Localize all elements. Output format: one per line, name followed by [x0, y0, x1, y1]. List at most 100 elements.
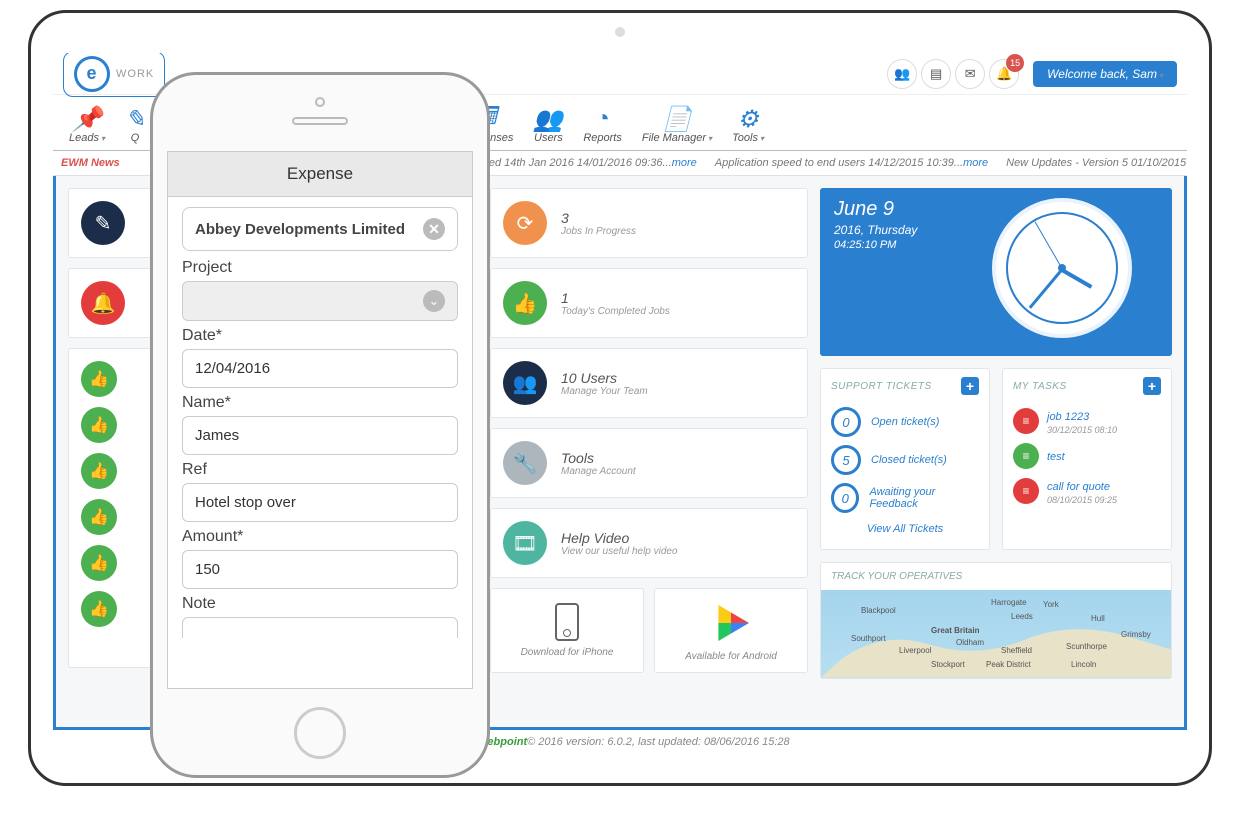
- play-store-icon: [713, 605, 749, 641]
- logo-text: WORK: [116, 68, 154, 80]
- note-input[interactable]: [182, 617, 458, 638]
- clear-icon[interactable]: ✕: [423, 218, 445, 240]
- phone-screen: Expense Abbey Developments Limited ✕ Pro…: [167, 151, 473, 689]
- thumb-icon: 👍: [503, 281, 547, 325]
- ticket-row[interactable]: 0 Awaiting your Feedback: [831, 479, 979, 517]
- users-icon: 👥: [503, 361, 547, 405]
- map[interactable]: Blackpool Harrogate York Leeds Hull Grea…: [821, 590, 1171, 678]
- news-item: Application speed to end users 14/12/201…: [715, 157, 988, 169]
- nav-file-manager-label: File Manager: [642, 132, 706, 144]
- ticket-label: Awaiting your Feedback: [869, 486, 979, 510]
- bell-icon: 🔔: [81, 281, 125, 325]
- mail-icon[interactable]: ✉: [955, 59, 985, 89]
- phone-speaker: [292, 117, 348, 125]
- name-label: Name*: [182, 394, 458, 412]
- map-label: Stockport: [931, 660, 965, 669]
- welcome-user-menu[interactable]: Welcome back, Sam▾: [1033, 61, 1177, 87]
- project-label: Project: [182, 259, 458, 277]
- film-icon: 🎞: [503, 521, 547, 565]
- map-label: Scunthorpe: [1066, 642, 1107, 651]
- spinner-icon: ⟳: [503, 201, 547, 245]
- tickets-panel: SUPPORT TICKETS + 0Open ticket(s) 5Close…: [820, 368, 990, 550]
- news-item: New Updates - Version 5 01/10/2015 08:14…: [1006, 157, 1187, 169]
- ticket-count: 0: [831, 483, 859, 513]
- task-row[interactable]: ≡ job 122330/12/2015 08:10: [1013, 403, 1161, 439]
- name-input[interactable]: [182, 416, 458, 455]
- ticket-row[interactable]: 0Open ticket(s): [831, 403, 979, 441]
- thumb-icon[interactable]: 👍: [81, 499, 117, 535]
- right-column: June 9 2016, Thursday 04:25:10 PM SUPPOR…: [820, 188, 1172, 715]
- android-label: Available for Android: [685, 651, 777, 662]
- piechart-icon: ◔: [595, 106, 610, 132]
- tasks-panel: MY TASKS + ≡ job 122330/12/2015 08:10 ≡ …: [1002, 368, 1172, 550]
- task-row[interactable]: ≡ call for quote08/10/2015 09:25: [1013, 473, 1161, 509]
- group-icon[interactable]: 👥: [887, 59, 917, 89]
- news-title: EWM News: [61, 157, 120, 169]
- nav-users-label: Users: [534, 132, 563, 144]
- thumb-icon[interactable]: 👍: [81, 361, 117, 397]
- map-label: Grimsby: [1121, 630, 1151, 639]
- stat-help[interactable]: 🎞 Help VideoView our useful help video: [490, 508, 808, 578]
- edit-icon: ✎: [81, 201, 125, 245]
- thumb-icon[interactable]: 👍: [81, 545, 117, 581]
- add-task-button[interactable]: +: [1143, 377, 1161, 395]
- stat-users[interactable]: 👥 10 UsersManage Your Team: [490, 348, 808, 418]
- map-label: Peak District: [986, 660, 1031, 669]
- iphone-download[interactable]: Download for iPhone: [490, 588, 644, 673]
- date-label: Date*: [182, 327, 458, 345]
- map-label: Liverpool: [899, 646, 931, 655]
- task-title: job 1223: [1047, 411, 1089, 423]
- file-icon: 📄: [662, 106, 692, 132]
- project-select[interactable]: ⌄: [182, 281, 458, 321]
- stat-completed[interactable]: 👍 1Today's Completed Jobs: [490, 268, 808, 338]
- nav-tools[interactable]: ⚙ Tools▾: [722, 102, 774, 150]
- map-panel: TRACK YOUR OPERATIVES Blackpool Harrogat…: [820, 562, 1172, 679]
- bell-icon[interactable]: 🔔 15: [989, 59, 1019, 89]
- map-label: Leeds: [1011, 612, 1033, 621]
- news-more-link[interactable]: more: [963, 157, 988, 169]
- nav-leads-label: Leads: [69, 132, 99, 144]
- expense-title: Expense: [168, 152, 472, 197]
- android-download[interactable]: Available for Android: [654, 588, 808, 673]
- nav-reports[interactable]: ◔ Reports: [573, 102, 632, 150]
- task-icon: ≡: [1013, 443, 1039, 469]
- thumb-icon[interactable]: 👍: [81, 591, 117, 627]
- stat-label: Today's Completed Jobs: [561, 306, 670, 317]
- thumb-icon[interactable]: 👍: [81, 407, 117, 443]
- list-icon[interactable]: ▤: [921, 59, 951, 89]
- nav-leads[interactable]: 📌 Leads▾: [59, 102, 115, 150]
- view-all-tickets[interactable]: View All Tickets: [831, 517, 979, 541]
- phone-frame: Expense Abbey Developments Limited ✕ Pro…: [150, 72, 490, 778]
- stat-label: Jobs In Progress: [561, 226, 636, 237]
- ref-input[interactable]: [182, 483, 458, 522]
- amount-input[interactable]: [182, 550, 458, 589]
- iphone-label: Download for iPhone: [521, 647, 614, 658]
- news-more-link[interactable]: more: [672, 157, 697, 169]
- map-label: Hull: [1091, 614, 1105, 623]
- task-icon: ≡: [1013, 478, 1039, 504]
- phone-home-button[interactable]: [294, 707, 346, 759]
- task-row[interactable]: ≡ test: [1013, 439, 1161, 473]
- date-input[interactable]: [182, 349, 458, 388]
- stat-label: View our useful help video: [561, 546, 678, 557]
- logo-mark: e: [74, 56, 110, 92]
- map-label: Lincoln: [1071, 660, 1096, 669]
- app-links: Download for iPhone Available for Androi…: [490, 588, 808, 673]
- stat-number: Tools: [561, 450, 636, 466]
- analog-clock: [992, 198, 1132, 338]
- nav-file-manager[interactable]: 📄 File Manager▾: [632, 102, 722, 150]
- map-label: Harrogate: [991, 598, 1027, 607]
- amount-label: Amount*: [182, 528, 458, 546]
- nav-q-label: Q: [131, 132, 140, 144]
- nav-users[interactable]: 👥 Users: [523, 102, 573, 150]
- map-label: Great Britain: [931, 626, 979, 635]
- stat-jobs-progress[interactable]: ⟳ 3Jobs In Progress: [490, 188, 808, 258]
- stat-number: Help Video: [561, 530, 678, 546]
- thumb-icon[interactable]: 👍: [81, 453, 117, 489]
- stat-tools[interactable]: 🔧 ToolsManage Account: [490, 428, 808, 498]
- add-ticket-button[interactable]: +: [961, 377, 979, 395]
- company-chip[interactable]: Abbey Developments Limited ✕: [182, 207, 458, 251]
- task-icon: ≡: [1013, 408, 1039, 434]
- logo[interactable]: e WORK: [63, 53, 165, 97]
- ticket-row[interactable]: 5Closed ticket(s): [831, 441, 979, 479]
